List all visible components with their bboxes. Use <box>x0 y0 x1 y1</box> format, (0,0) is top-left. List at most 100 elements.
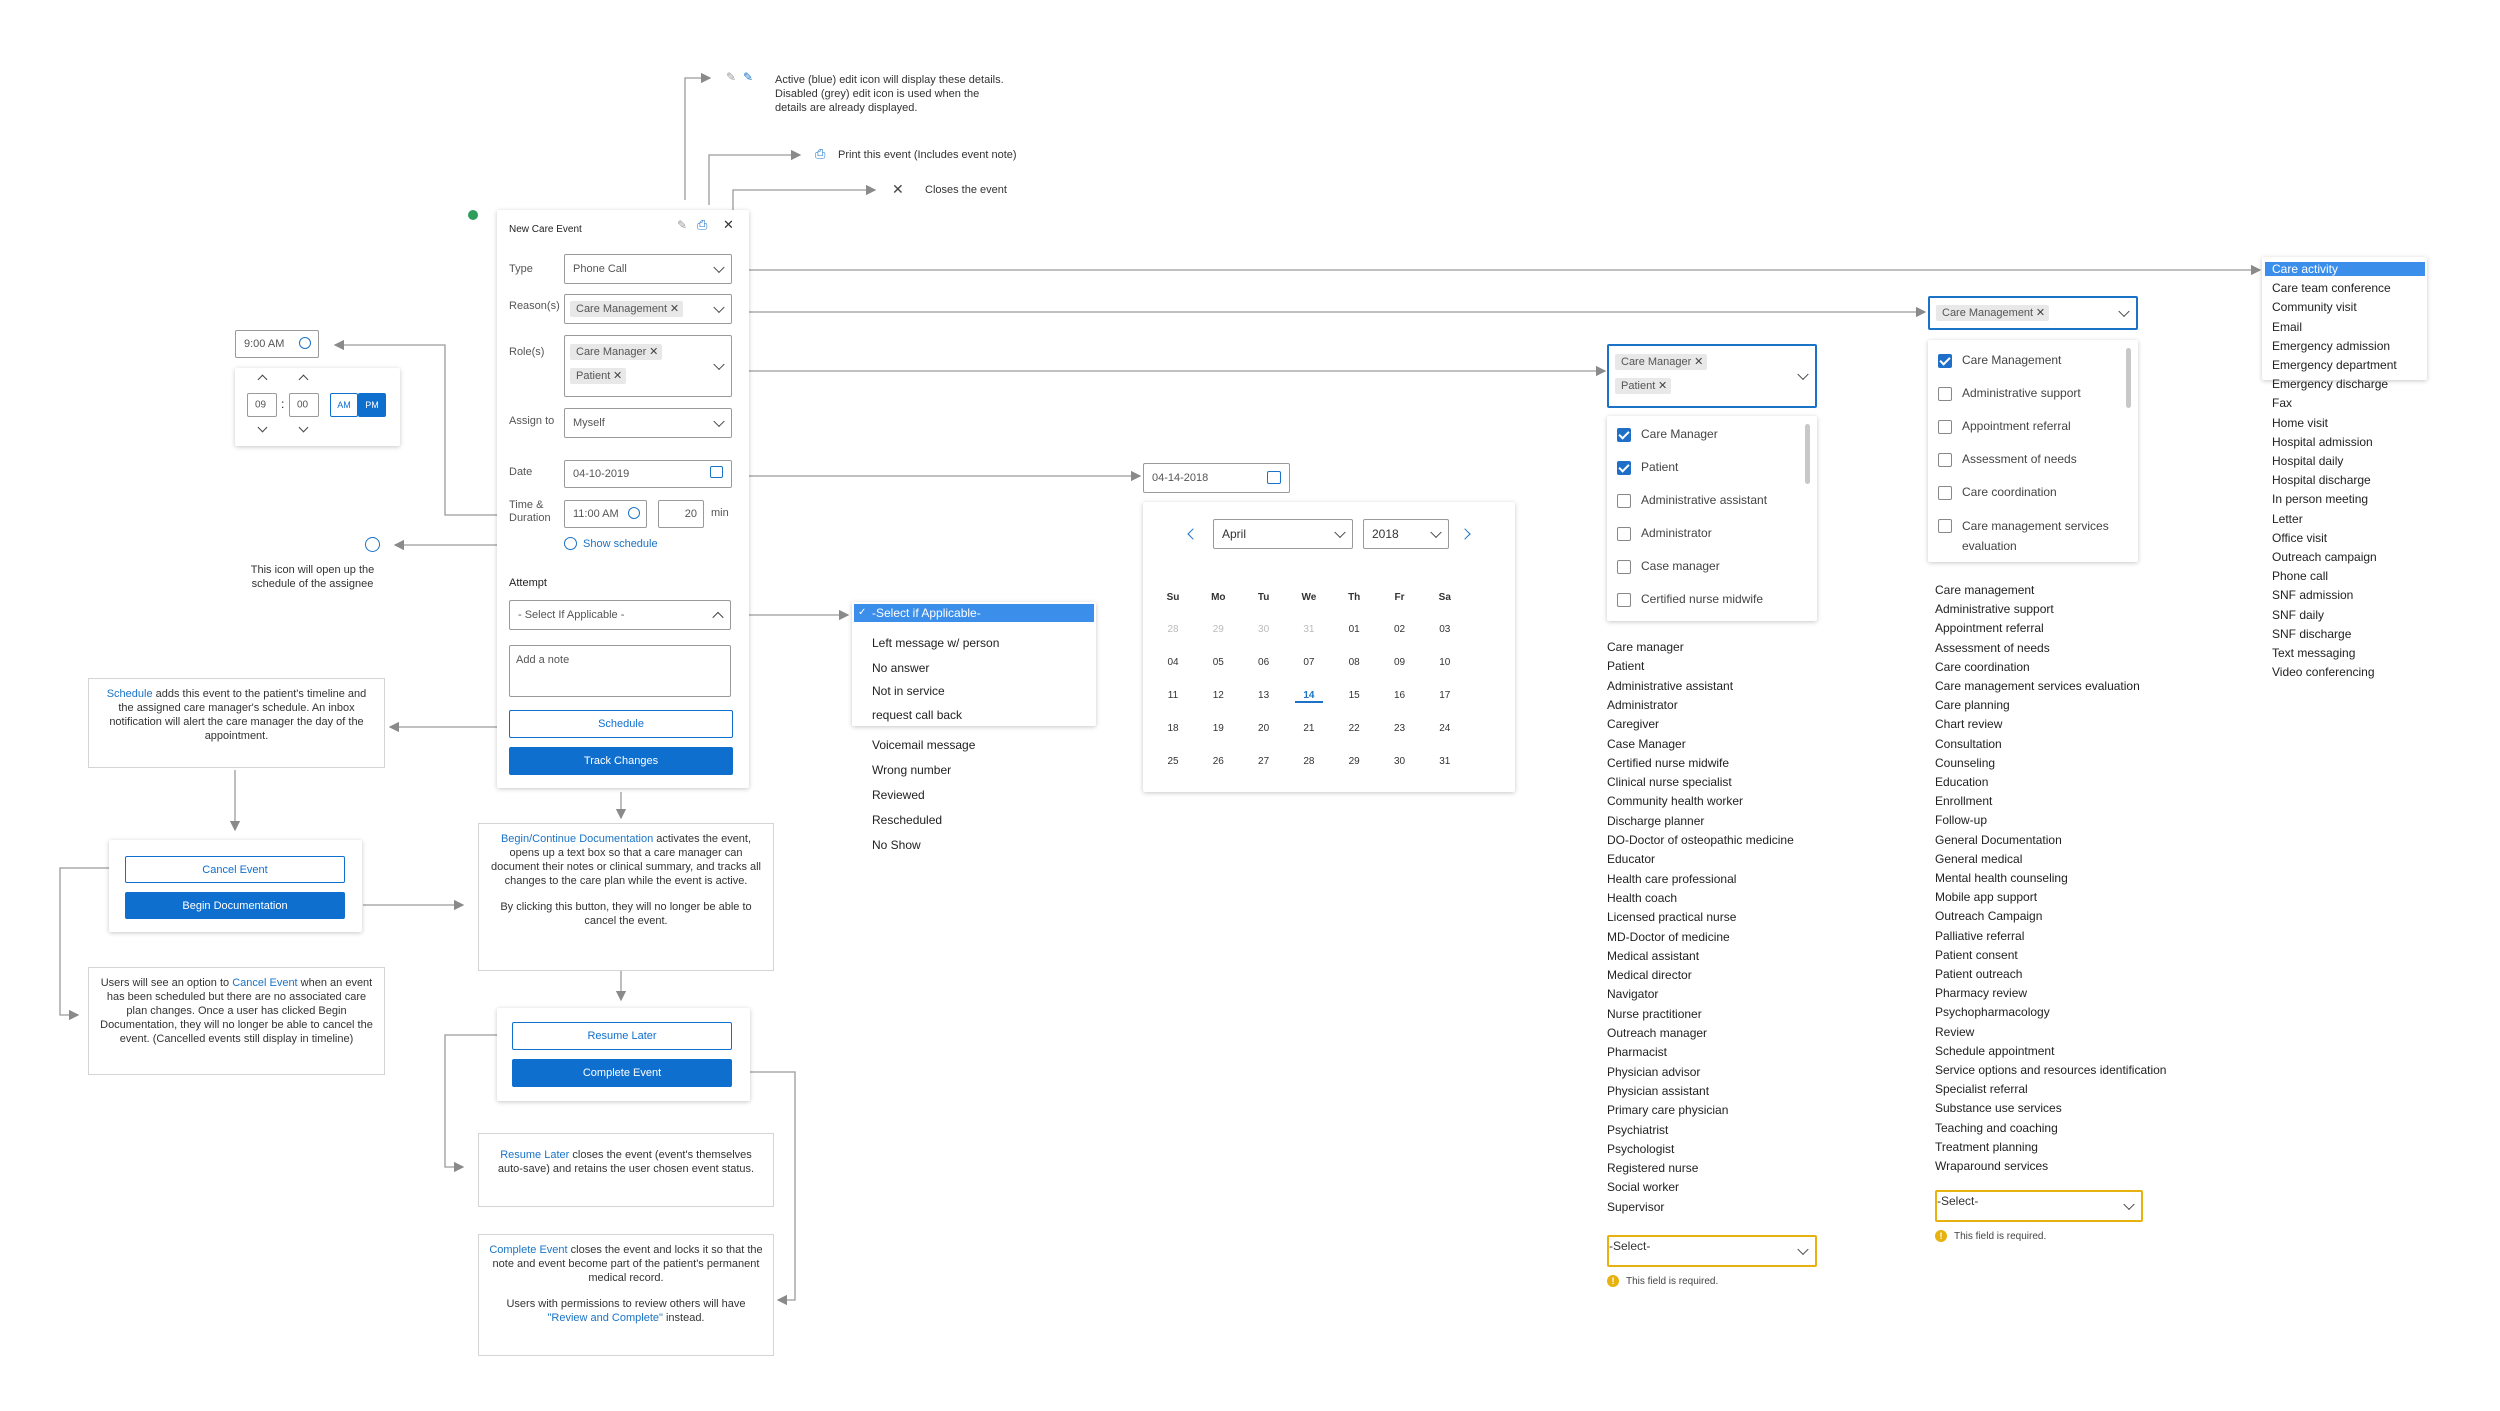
calendar-day[interactable]: 18 <box>1159 723 1187 734</box>
option-checkbox[interactable] <box>1938 453 1952 467</box>
roles-multiselect[interactable]: Care Manager ✕ Patient ✕ <box>1607 344 1817 408</box>
type-option[interactable]: Emergency department <box>2272 358 2397 372</box>
clock-icon[interactable] <box>628 507 640 519</box>
calendar-day[interactable]: 20 <box>1250 723 1278 734</box>
month-select[interactable]: April <box>1213 519 1353 549</box>
calendar-day[interactable]: 12 <box>1204 690 1232 701</box>
remove-chip-icon[interactable]: ✕ <box>1694 355 1703 368</box>
prev-month-icon[interactable] <box>1187 528 1199 540</box>
reason-select[interactable]: Care Management ✕ <box>564 294 732 324</box>
option-checkbox[interactable] <box>1617 428 1631 442</box>
calendar-day[interactable]: 06 <box>1250 657 1278 668</box>
track-changes-button[interactable]: Track Changes <box>509 747 733 775</box>
role-chip-1[interactable]: Care Manager ✕ <box>570 344 663 360</box>
edit-icon[interactable]: ✎ <box>677 218 687 232</box>
calendar-day[interactable]: 26 <box>1204 756 1232 767</box>
calendar-day[interactable]: 28 <box>1295 756 1323 767</box>
calendar-icon[interactable] <box>710 466 723 478</box>
calendar-day[interactable]: 25 <box>1159 756 1187 767</box>
remove-chip-icon[interactable]: ✕ <box>2036 306 2045 319</box>
complete-event-button[interactable]: Complete Event <box>512 1059 732 1087</box>
calendar-day[interactable]: 09 <box>1386 657 1414 668</box>
calendar-day[interactable]: 23 <box>1386 723 1414 734</box>
calendar-day[interactable]: 08 <box>1340 657 1368 668</box>
calendar-day[interactable]: 30 <box>1250 624 1278 635</box>
schedule-icon[interactable] <box>564 537 577 550</box>
calendar-day[interactable]: 02 <box>1386 624 1414 635</box>
role-chip-1[interactable]: Care Manager ✕ <box>1615 354 1708 370</box>
type-option[interactable]: Emergency admission <box>2272 339 2390 353</box>
minute-down-icon[interactable] <box>298 422 309 433</box>
calendar-day[interactable]: 15 <box>1340 690 1368 701</box>
scrollbar[interactable] <box>1805 424 1810 484</box>
option-checkbox[interactable] <box>1938 486 1952 500</box>
calendar-day[interactable]: 07 <box>1295 657 1323 668</box>
roles-select-required[interactable]: -Select- <box>1607 1235 1817 1267</box>
type-option[interactable]: Care team conference <box>2272 281 2391 295</box>
am-button[interactable]: AM <box>330 393 358 417</box>
print-icon[interactable]: ⎙ <box>697 217 707 233</box>
hour-input[interactable]: 09 <box>247 393 277 417</box>
calendar-day[interactable]: 24 <box>1431 723 1459 734</box>
attempt-option[interactable]: No answer <box>872 661 929 675</box>
option-checkbox[interactable] <box>1617 461 1631 475</box>
calendar-day[interactable]: 16 <box>1386 690 1414 701</box>
pm-button[interactable]: PM <box>358 393 386 417</box>
assign-select[interactable]: Myself <box>564 408 732 438</box>
type-option[interactable]: Email <box>2272 320 2302 334</box>
show-schedule-link[interactable]: Show schedule <box>583 538 658 550</box>
attempt-option[interactable]: Not in service <box>872 684 945 698</box>
calendar-day[interactable]: 28 <box>1159 624 1187 635</box>
option-checkbox[interactable] <box>1617 593 1631 607</box>
attempt-option-selected[interactable]: ✓ -Select if Applicable- <box>854 604 1094 622</box>
calendar-day[interactable]: 10 <box>1431 657 1459 668</box>
calendar-day[interactable]: 29 <box>1340 756 1368 767</box>
option-checkbox[interactable] <box>1617 527 1631 541</box>
calendar-day[interactable]: 13 <box>1250 690 1278 701</box>
attempt-option[interactable]: request call back <box>872 708 962 722</box>
option-checkbox[interactable] <box>1938 420 1952 434</box>
time-input[interactable]: 11:00 AM <box>564 500 647 528</box>
cancel-event-button[interactable]: Cancel Event <box>125 856 345 883</box>
calendar-day[interactable]: 19 <box>1204 723 1232 734</box>
remove-chip-icon[interactable]: ✕ <box>1658 379 1667 392</box>
close-button[interactable]: ✕ <box>723 217 734 233</box>
calendar-day[interactable]: 27 <box>1250 756 1278 767</box>
calendar-day[interactable]: 01 <box>1340 624 1368 635</box>
minute-up-icon[interactable] <box>298 374 309 385</box>
time-picker-field[interactable]: 9:00 AM <box>235 330 319 358</box>
clock-icon[interactable] <box>299 337 311 349</box>
calendar-day[interactable]: 31 <box>1431 756 1459 767</box>
remove-chip-icon[interactable]: ✕ <box>649 345 658 358</box>
calendar-day[interactable]: 22 <box>1340 723 1368 734</box>
option-checkbox[interactable] <box>1938 354 1952 368</box>
duration-input[interactable]: 20 <box>658 500 704 528</box>
calendar-date-input[interactable]: 04-14-2018 <box>1143 463 1290 493</box>
calendar-day[interactable]: 14 <box>1294 690 1323 703</box>
type-option[interactable]: Care activity <box>2265 262 2425 276</box>
reason-chip[interactable]: Care Management ✕ <box>570 301 684 317</box>
type-select[interactable]: Phone Call <box>564 254 732 284</box>
date-input[interactable]: 04-10-2019 <box>564 460 732 488</box>
option-checkbox[interactable] <box>1617 494 1631 508</box>
reasons-select-required[interactable]: -Select- <box>1935 1190 2143 1222</box>
calendar-day[interactable]: 17 <box>1431 690 1459 701</box>
reasons-multiselect[interactable]: Care Management ✕ <box>1928 296 2138 330</box>
reason-chip[interactable]: Care Management ✕ <box>1936 305 2050 321</box>
begin-documentation-button[interactable]: Begin Documentation <box>125 892 345 919</box>
type-option[interactable]: Emergency discharge <box>2272 377 2388 391</box>
calendar-day[interactable]: 21 <box>1295 723 1323 734</box>
remove-chip-icon[interactable]: ✕ <box>613 369 622 382</box>
option-checkbox[interactable] <box>1617 560 1631 574</box>
calendar-day[interactable]: 30 <box>1386 756 1414 767</box>
calendar-day[interactable]: 05 <box>1204 657 1232 668</box>
role-chip-2[interactable]: Patient ✕ <box>1615 378 1672 394</box>
scrollbar[interactable] <box>2126 348 2131 408</box>
calendar-day[interactable]: 31 <box>1295 624 1323 635</box>
hour-up-icon[interactable] <box>257 374 268 385</box>
schedule-button[interactable]: Schedule <box>509 710 733 738</box>
resume-later-button[interactable]: Resume Later <box>512 1022 732 1050</box>
option-checkbox[interactable] <box>1938 387 1952 401</box>
attempt-select[interactable]: - Select If Applicable - <box>509 600 731 630</box>
calendar-day[interactable]: 04 <box>1159 657 1187 668</box>
